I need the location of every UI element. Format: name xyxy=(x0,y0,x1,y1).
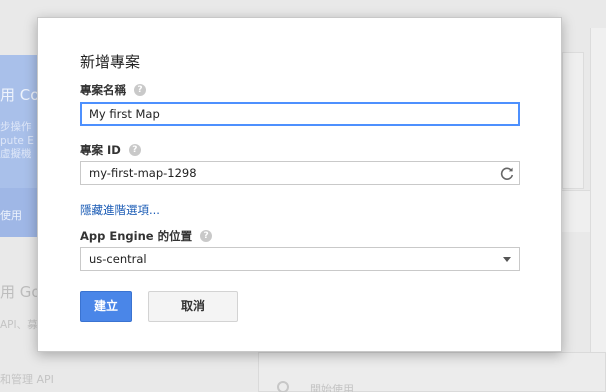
app-engine-location-value: us-central xyxy=(89,252,147,266)
project-name-label: 專案名稱 ? xyxy=(80,82,146,98)
help-icon[interactable]: ? xyxy=(200,230,213,242)
dialog-title: 新增專案 xyxy=(80,53,141,71)
project-id-label: 專案 ID ? xyxy=(80,142,141,158)
manage-api-link: 和管理 API xyxy=(0,373,54,386)
refresh-icon[interactable] xyxy=(499,166,515,182)
compute-engine-card-desc: 步操作 pute E 虛擬機 xyxy=(0,121,34,160)
app-engine-location-label: App Engine 的位置 ? xyxy=(80,228,213,244)
hide-advanced-options-link[interactable]: 隱藏進階選項... xyxy=(80,202,160,218)
google-api-card-desc: API、募 xyxy=(0,319,38,331)
app-engine-location-select[interactable]: us-central xyxy=(80,247,520,271)
create-button[interactable]: 建立 xyxy=(80,291,132,322)
project-id-input[interactable] xyxy=(80,161,520,185)
new-project-dialog: 新增專案 專案名稱 ? 專案 ID ? 隱藏進階選項... App Engine… xyxy=(37,17,562,352)
help-icon[interactable]: ? xyxy=(128,144,141,156)
help-icon[interactable]: ? xyxy=(134,84,146,96)
cancel-button[interactable]: 取消 xyxy=(148,291,238,322)
right-panel xyxy=(590,28,606,364)
gear-icon xyxy=(277,381,289,392)
chevron-down-icon xyxy=(503,257,511,262)
bottom-card-label: 開始使用 xyxy=(310,383,354,392)
project-name-input[interactable] xyxy=(80,102,520,126)
right-card xyxy=(562,52,584,189)
